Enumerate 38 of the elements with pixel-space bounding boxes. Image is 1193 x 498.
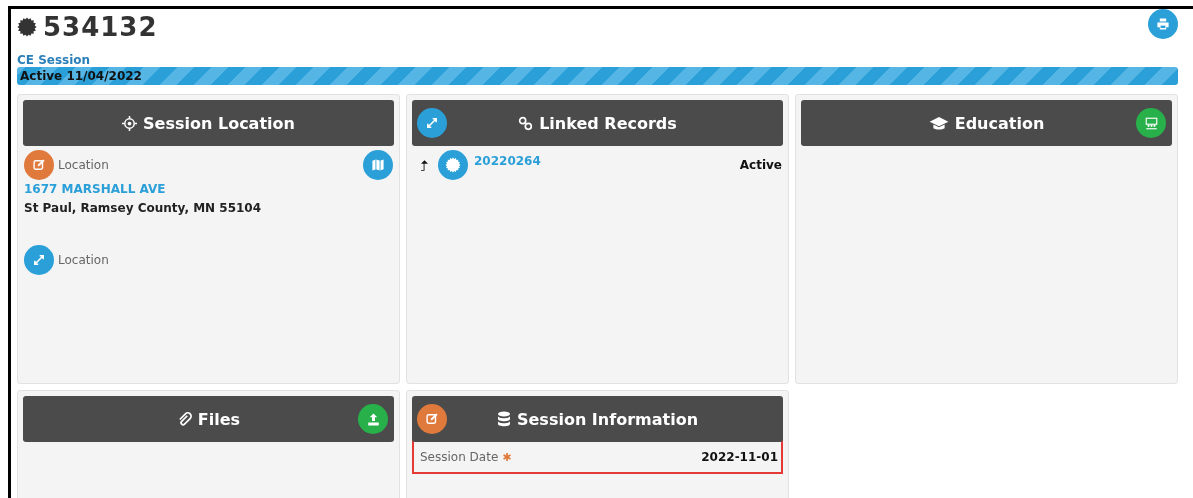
graduation-cap-icon	[928, 115, 949, 131]
field-label: Location	[58, 253, 109, 267]
required-mark: ✱	[502, 450, 512, 464]
panel-title: Session Information	[517, 409, 698, 429]
upload-button[interactable]	[358, 404, 388, 434]
seal-icon	[17, 17, 37, 37]
edit-icon	[425, 412, 439, 426]
panel-title: Session Location	[143, 113, 295, 133]
panel-title: Linked Records	[539, 113, 677, 133]
address-link[interactable]: 1677 MARSHALL AVE	[24, 182, 393, 196]
edit-button[interactable]	[417, 404, 447, 434]
print-button[interactable]	[1148, 9, 1178, 39]
classroom-icon	[1143, 115, 1159, 131]
record-number: 534132	[43, 12, 158, 42]
map-icon	[371, 158, 385, 172]
upload-icon	[365, 411, 381, 427]
expand-button[interactable]	[417, 108, 447, 138]
target-icon	[122, 115, 138, 131]
address-text: St Paul, Ramsey County, MN 55104	[24, 201, 263, 215]
seal-badge	[438, 150, 468, 180]
status-bar: Active 11/04/2022	[17, 67, 1178, 85]
field-value: 2022-11-01	[701, 450, 778, 464]
expand-icon	[32, 253, 46, 267]
field-label: Session Date	[420, 450, 499, 464]
expand-icon	[425, 116, 439, 130]
link-icon	[518, 115, 534, 131]
printer-icon	[1155, 16, 1171, 32]
field-label: Location	[58, 158, 109, 172]
map-button[interactable]	[363, 150, 393, 180]
edit-icon	[32, 158, 46, 172]
record-type: CE Session	[17, 53, 92, 67]
panel-title: Education	[954, 113, 1045, 133]
panel-title: Files	[197, 409, 241, 429]
record-link[interactable]: 20220264	[474, 154, 541, 168]
classroom-button[interactable]	[1136, 108, 1166, 138]
arrow-up-icon	[421, 159, 428, 171]
record-status: Active	[739, 158, 782, 172]
database-icon	[497, 411, 511, 427]
